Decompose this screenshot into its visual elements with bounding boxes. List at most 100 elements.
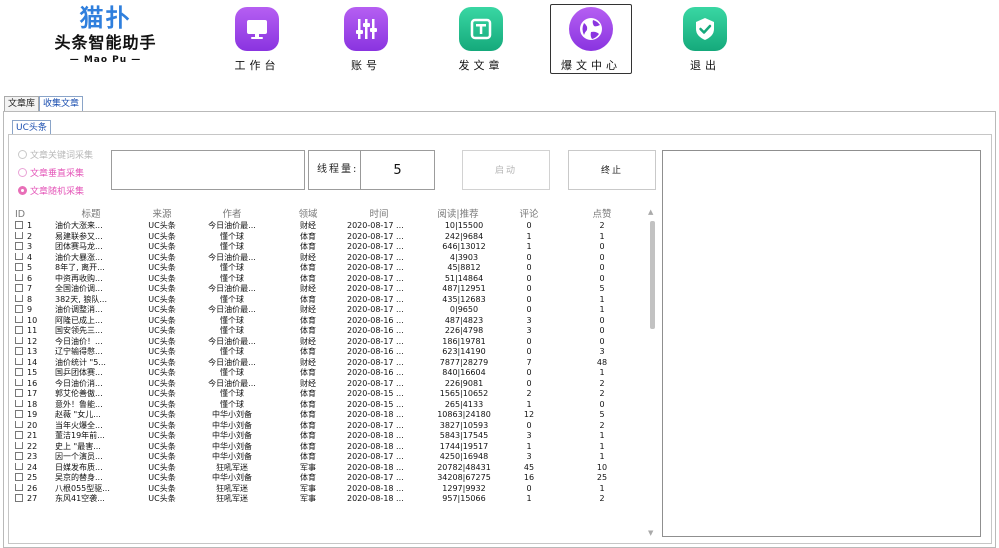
row-likes: 1: [599, 231, 605, 241]
scroll-thumb[interactable]: [650, 221, 655, 329]
nav-label: 退出: [690, 59, 720, 72]
table-row[interactable]: 17 郭艾伦善傲... UC头条 懂个球 体育 2020-08-15 ... 1565|10…: [15, 389, 657, 400]
scroll-down-icon[interactable]: ▼: [648, 529, 653, 537]
row-comments: 0: [526, 263, 532, 272]
radio-random-collect[interactable]: 文章随机采集: [18, 184, 84, 197]
nav-publish-button[interactable]: 发文章: [440, 4, 522, 74]
start-button[interactable]: 启动: [462, 150, 550, 190]
table-row[interactable]: 7 全国油价调... UC头条 今日油价最... 财经 2020-08-17 ... 487…: [15, 284, 657, 295]
row-checkbox[interactable]: [15, 242, 23, 250]
table-row[interactable]: 22 史上 "最害... UC头条 中华小刘备 体育 2020-08-18 ... 1744…: [15, 441, 657, 453]
table-row[interactable]: 10 阿隆已成上... UC头条 懂个球 体育 2020-08-16 ... 487|482…: [15, 315, 657, 327]
row-checkbox[interactable]: [15, 252, 23, 260]
table-row[interactable]: 20 当年火爆全... UC头条 中华小刘备 体育 2020-08-17 ... 3827|…: [15, 420, 657, 432]
row-author: 懂个球: [220, 231, 244, 241]
table-row[interactable]: 26 八根055型驱... UC头条 狂吼军迷 军事 2020-08-18 ... 1297…: [15, 483, 657, 495]
row-checkbox[interactable]: [15, 389, 23, 397]
row-time: 2020-08-17 ...: [347, 242, 404, 251]
table-row[interactable]: 14 油价统计 "5... UC头条 今日油价最... 财经 2020-08-17 ...…: [15, 357, 657, 369]
nav-hot-articles-button[interactable]: 爆文中心: [550, 4, 632, 74]
header-time[interactable]: 时间: [359, 208, 399, 221]
table-row[interactable]: 5 8年了, 离开... UC头条 懂个球 体育 2020-08-17 ... 45|881…: [15, 263, 657, 274]
row-checkbox[interactable]: [15, 420, 23, 428]
thread-count-input[interactable]: 5: [361, 163, 434, 178]
table-row[interactable]: 21 董洁19年前... UC头条 中华小刘备 体育 2020-08-18 ... 5843…: [15, 431, 657, 442]
row-checkbox[interactable]: [15, 441, 23, 449]
keyword-input[interactable]: [111, 150, 305, 190]
table-row[interactable]: 2 易建联参又... UC头条 懂个球 体育 2020-08-17 ... 242|9684…: [15, 231, 657, 243]
row-title: 阿隆已成上...: [55, 315, 103, 325]
table-row[interactable]: 19 赵薇 "女儿... UC头条 中华小刘备 体育 2020-08-18 ... 1086…: [15, 410, 657, 421]
table-row[interactable]: 13 辽宁输得憋... UC头条 懂个球 体育 2020-08-16 ... 623|141…: [15, 347, 657, 358]
row-title: 油价调整消...: [55, 305, 103, 314]
row-checkbox[interactable]: [15, 452, 23, 460]
row-checkbox[interactable]: [15, 494, 23, 502]
table-row[interactable]: 4 油价大暴涨... UC头条 今日油价最... 财经 2020-08-17 ... 4|3…: [15, 252, 657, 264]
tab-article-library[interactable]: 文章库: [4, 96, 40, 111]
tab-collect-articles[interactable]: 收集文章: [39, 96, 84, 111]
row-checkbox[interactable]: [15, 305, 23, 313]
row-checkbox[interactable]: [15, 431, 23, 439]
row-title: 油价大暴涨...: [55, 252, 103, 262]
row-checkbox[interactable]: [15, 368, 23, 376]
header-read-recommend[interactable]: 阅读|推荐: [427, 208, 489, 221]
log-output-box[interactable]: [662, 150, 981, 537]
row-checkbox[interactable]: [15, 410, 23, 418]
tab-uc-toutiao[interactable]: UC头条: [12, 120, 51, 135]
table-row[interactable]: 27 东风41空袭... UC头条 狂吼军迷 军事 2020-08-18 ... 957|1…: [15, 494, 657, 505]
row-checkbox[interactable]: [15, 263, 23, 271]
row-comments: 0: [526, 294, 532, 304]
row-field: 体育: [300, 420, 316, 430]
row-checkbox[interactable]: [15, 378, 23, 386]
header-field[interactable]: 领域: [293, 208, 323, 221]
header-source[interactable]: 来源: [143, 208, 181, 221]
table-row[interactable]: 9 油价调整消... UC头条 今日油价最... 财经 2020-08-17 ... 0|9…: [15, 305, 657, 316]
radio-keyword-collect[interactable]: 文章关键词采集: [18, 148, 93, 161]
table-row[interactable]: 1 油价大涨来... UC头条 今日油价最... 财经 2020-08-17 ... 10|…: [15, 221, 657, 232]
header-comments[interactable]: 评论: [514, 208, 544, 221]
table-row[interactable]: 3 团体赛马龙... UC头条 懂个球 体育 2020-08-17 ... 646|1301…: [15, 242, 657, 253]
row-id: 8: [15, 294, 45, 306]
header-likes[interactable]: 点赞: [587, 208, 617, 221]
row-checkbox[interactable]: [15, 315, 23, 323]
row-author: 今日油价最...: [208, 221, 256, 230]
row-checkbox[interactable]: [15, 284, 23, 292]
header-author[interactable]: 作者: [197, 208, 267, 221]
row-checkbox[interactable]: [15, 294, 23, 302]
nav-logout-button[interactable]: 退出: [664, 4, 746, 74]
row-checkbox[interactable]: [15, 399, 23, 407]
row-checkbox[interactable]: [15, 326, 23, 334]
row-checkbox[interactable]: [15, 473, 23, 481]
row-read-recommend: 4|3903: [449, 252, 479, 262]
row-checkbox[interactable]: [15, 231, 23, 239]
row-title: 赵薇 "女儿...: [55, 410, 101, 419]
header-title[interactable]: 标题: [70, 208, 112, 221]
table-row[interactable]: 8 382天, 狼队... UC头条 懂个球 体育 2020-08-17 ... 435|1…: [15, 294, 657, 306]
row-checkbox[interactable]: [15, 462, 23, 470]
table-row[interactable]: 23 因一个演员... UC头条 中华小刘备 体育 2020-08-17 ... 4250|…: [15, 452, 657, 463]
header-id[interactable]: ID: [15, 208, 45, 221]
table-row[interactable]: 18 意外！鲁能... UC头条 懂个球 体育 2020-08-15 ... 265|413…: [15, 399, 657, 411]
row-checkbox[interactable]: [15, 273, 23, 281]
table-row[interactable]: 11 国安领先三... UC头条 懂个球 体育 2020-08-16 ... 226|479…: [15, 326, 657, 337]
table-row[interactable]: 12 今日油价！... UC头条 今日油价最... 财经 2020-08-17 ... 18…: [15, 336, 657, 348]
row-author: 中华小刘备: [212, 441, 252, 451]
row-id-text: 21: [27, 431, 38, 440]
row-checkbox[interactable]: [15, 483, 23, 491]
table-row[interactable]: 16 今日油价消... UC头条 今日油价最... 财经 2020-08-17 ... 22…: [15, 378, 657, 390]
row-checkbox[interactable]: [15, 357, 23, 365]
row-id-text: 22: [27, 441, 38, 451]
row-checkbox[interactable]: [15, 347, 23, 355]
table-row[interactable]: 15 国乒团体赛... UC头条 懂个球 体育 2020-08-16 ... 840|166…: [15, 368, 657, 379]
table-row[interactable]: 24 日媒发布质... UC头条 狂吼军迷 军事 2020-08-18 ... 20782|…: [15, 462, 657, 474]
scroll-up-icon[interactable]: ▲: [648, 208, 653, 216]
table-row[interactable]: 25 吴京的替身... UC头条 中华小刘备 体育 2020-08-17 ... 34208…: [15, 473, 657, 484]
table-row[interactable]: 6 中资再收购... UC头条 懂个球 体育 2020-08-17 ... 51|14864…: [15, 273, 657, 285]
table-scrollbar[interactable]: ▲ ▼: [647, 208, 657, 537]
radio-vertical-collect[interactable]: 文章垂直采集: [18, 166, 84, 179]
nav-account-button[interactable]: 账号: [325, 4, 407, 74]
stop-button[interactable]: 终止: [568, 150, 656, 190]
row-checkbox[interactable]: [15, 221, 23, 229]
row-checkbox[interactable]: [15, 336, 23, 344]
nav-workbench-button[interactable]: 工作台: [216, 4, 298, 74]
